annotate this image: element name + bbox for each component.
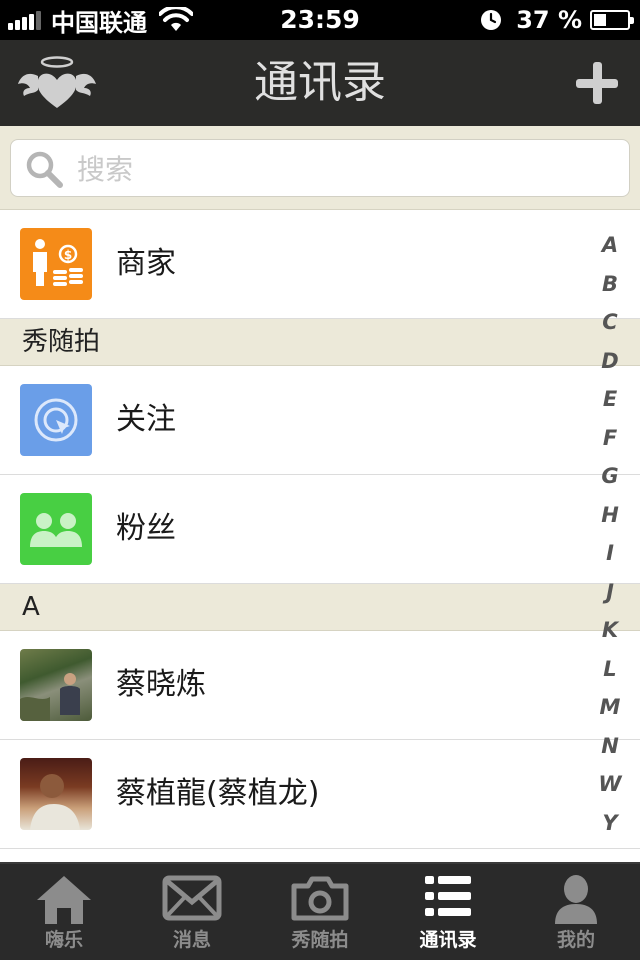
avatar [20,649,92,721]
mail-icon [162,875,222,921]
alphabet-index-letter[interactable]: L [603,650,616,689]
alphabet-index-letter[interactable]: J [606,573,614,612]
alphabet-index-letter[interactable]: A [602,226,618,265]
signal-icon [8,10,43,30]
battery-fill [594,14,606,26]
list-item-label: 蔡植龍(蔡植龙) [116,776,320,811]
list-item-label: 粉丝 [116,511,176,546]
alphabet-index-letter[interactable]: N [601,727,619,766]
alphabet-index-letter[interactable]: H [601,496,619,535]
search-bar [0,126,640,210]
fans-icon [20,493,92,565]
alphabet-index-letter[interactable]: M [600,688,621,727]
tab-haile[interactable]: 嗨乐 [0,864,128,960]
list-item-fans[interactable]: 粉丝 [0,475,640,584]
alphabet-index-letter[interactable]: Y [602,804,617,843]
contact-list: $ 商家 秀随拍 关注 粉丝 A 蔡晓炼 蔡植龍(蔡植龙) [0,210,640,849]
tab-label: 消息 [172,929,211,951]
list-item-label: 蔡晓炼 [116,667,206,702]
list-item-contact[interactable]: 蔡晓炼 [0,631,640,740]
avatar [20,758,92,830]
section-label: A [22,592,40,622]
battery-icon [590,10,634,30]
tab-contacts[interactable]: 通讯录 [384,864,512,960]
section-header-xiusuipai: 秀随拍 [0,319,640,366]
list-icon [425,876,471,916]
plus-icon[interactable] [574,60,620,106]
merchant-icon: $ [20,228,92,300]
list-item-merchant[interactable]: $ 商家 [0,210,640,319]
section-label: 秀随拍 [22,327,101,357]
alphabet-index-letter[interactable]: W [598,765,621,804]
status-bar: 中国联通 23:59 37 % [0,0,640,40]
page-title: 通讯录 [254,57,386,108]
list-item-label: 关注 [116,402,176,437]
svg-text:$: $ [64,248,72,262]
tab-mine[interactable]: 我的 [512,864,640,960]
tab-xiusuipai[interactable]: 秀随拍 [256,864,384,960]
list-item-label: 商家 [116,246,176,281]
alphabet-index-letter[interactable]: F [603,419,617,458]
clock-icon [481,10,502,30]
carrier-name: 中国联通 [51,8,147,37]
alphabet-index-letter[interactable]: B [602,265,618,304]
section-header-a: A [0,584,640,631]
alphabet-index-letter[interactable]: K [602,611,618,650]
target-icon [20,384,92,456]
alphabet-index-letter[interactable]: G [601,457,618,496]
list-item-follow[interactable]: 关注 [0,366,640,475]
camera-icon [291,876,349,921]
status-left: 中国联通 [8,0,193,40]
battery-percent: 37 % [516,6,582,34]
tab-messages[interactable]: 消息 [128,864,256,960]
status-right: 37 % [480,0,634,40]
tab-label: 通讯录 [419,929,477,951]
wifi-icon [159,7,193,31]
alphabet-index-letter[interactable]: C [602,303,617,342]
home-icon [37,876,91,924]
nav-bar: 通讯录 [0,40,640,126]
list-item-contact[interactable]: 蔡植龍(蔡植龙) [0,740,640,849]
alphabet-index-letter[interactable]: E [603,380,617,419]
person-icon [555,875,597,924]
search-input[interactable] [77,140,617,198]
alphabet-index[interactable]: ABCDEFGHIJKLMNWY [596,226,624,842]
alphabet-index-letter[interactable]: D [601,342,618,381]
tab-label: 秀随拍 [291,929,349,951]
alphabet-index-letter[interactable]: I [606,534,614,573]
search-box[interactable] [10,139,630,198]
tab-label: 嗨乐 [44,929,83,951]
tab-label: 我的 [556,929,595,951]
search-icon [26,151,63,188]
tab-bar: 嗨乐 消息 秀随拍 通讯录 我的 [0,862,640,960]
